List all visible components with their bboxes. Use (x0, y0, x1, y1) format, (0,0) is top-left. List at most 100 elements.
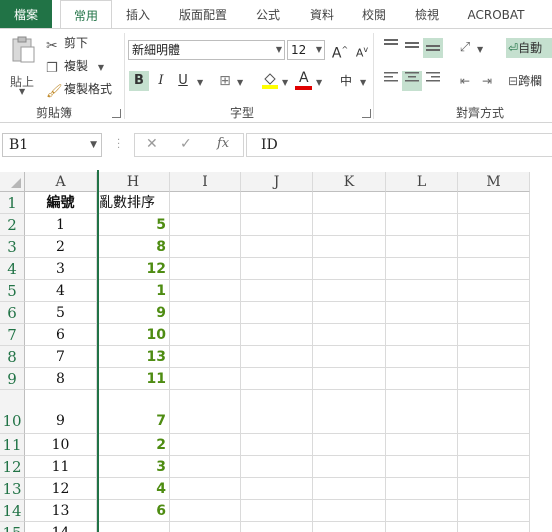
empty-cell[interactable] (386, 302, 458, 324)
row-header[interactable]: 5 (0, 280, 25, 302)
empty-cell[interactable] (313, 456, 386, 478)
table-cell-random-order[interactable] (97, 522, 170, 532)
table-cell-random-order[interactable]: 10 (97, 324, 170, 346)
tab-acrobat[interactable]: ACROBAT (460, 0, 532, 28)
empty-cell[interactable] (458, 390, 530, 434)
table-cell-id[interactable]: 11 (25, 456, 97, 478)
font-size-select[interactable]: 12 ▼ (287, 40, 325, 60)
empty-cell[interactable] (313, 368, 386, 390)
empty-cell[interactable] (386, 346, 458, 368)
empty-cell[interactable] (386, 456, 458, 478)
empty-cell[interactable] (313, 214, 386, 236)
empty-cell[interactable] (386, 434, 458, 456)
tab-review[interactable]: 校閱 (354, 0, 394, 28)
tab-formulas[interactable]: 公式 (248, 0, 288, 28)
copy-button[interactable]: ❐ 複製 ▼ (46, 56, 104, 76)
empty-cell[interactable] (170, 434, 241, 456)
fill-color-button[interactable] (260, 71, 280, 91)
align-left-button[interactable] (381, 71, 401, 91)
empty-cell[interactable] (170, 258, 241, 280)
italic-button[interactable]: I (151, 71, 171, 91)
tab-data[interactable]: 資料 (300, 0, 344, 28)
table-cell-id[interactable]: 5 (25, 302, 97, 324)
borders-button[interactable]: ⊞ (215, 71, 235, 91)
table-cell-id[interactable]: 9 (25, 390, 97, 434)
row-header[interactable]: 9 (0, 368, 25, 390)
row-header[interactable]: 3 (0, 236, 25, 258)
empty-cell[interactable] (386, 500, 458, 522)
empty-cell[interactable] (386, 280, 458, 302)
font-color-button[interactable]: A (294, 70, 314, 91)
empty-cell[interactable] (241, 456, 313, 478)
empty-cell[interactable] (170, 456, 241, 478)
merge-center-button[interactable]: ⊟跨欄 (506, 71, 552, 91)
empty-cell[interactable] (313, 280, 386, 302)
empty-cell[interactable] (313, 478, 386, 500)
row-header[interactable]: 1 (0, 192, 25, 214)
table-cell-random-order[interactable]: 12 (97, 258, 170, 280)
column-header-i[interactable]: I (170, 172, 241, 192)
empty-cell[interactable] (241, 390, 313, 434)
align-center-button[interactable] (402, 71, 422, 91)
table-cell-id[interactable]: 12 (25, 478, 97, 500)
bold-button[interactable]: B (129, 71, 149, 91)
empty-cell[interactable] (170, 346, 241, 368)
empty-cell[interactable] (241, 478, 313, 500)
empty-cell[interactable] (386, 324, 458, 346)
align-top-button[interactable] (381, 38, 401, 58)
empty-cell[interactable] (458, 192, 530, 214)
empty-cell[interactable] (170, 302, 241, 324)
empty-cell[interactable] (313, 434, 386, 456)
row-header[interactable]: 14 (0, 500, 25, 522)
header-cell-id[interactable]: 編號 (25, 192, 97, 214)
empty-cell[interactable] (313, 258, 386, 280)
empty-cell[interactable] (313, 500, 386, 522)
empty-cell[interactable] (386, 236, 458, 258)
table-cell-id[interactable]: 8 (25, 368, 97, 390)
table-cell-id[interactable]: 14 (25, 522, 97, 532)
column-header-k[interactable]: K (313, 172, 386, 192)
increase-indent-button[interactable]: ⇥ (477, 71, 497, 91)
row-header[interactable]: 8 (0, 346, 25, 368)
tab-home[interactable]: 常用 (60, 0, 112, 30)
row-header[interactable]: 6 (0, 302, 25, 324)
empty-cell[interactable] (170, 236, 241, 258)
row-header[interactable]: 11 (0, 434, 25, 456)
table-cell-id[interactable]: 6 (25, 324, 97, 346)
empty-cell[interactable] (170, 522, 241, 532)
cancel-icon[interactable]: ✕ (146, 136, 158, 152)
format-painter-button[interactable]: 🖌複製格式 (46, 79, 112, 99)
empty-cell[interactable] (458, 280, 530, 302)
empty-cell[interactable] (170, 280, 241, 302)
empty-cell[interactable] (386, 192, 458, 214)
tab-file[interactable]: 檔案 (0, 0, 52, 28)
wrap-text-button[interactable]: ⏎自動 (506, 38, 552, 58)
row-header[interactable]: 10 (0, 390, 25, 434)
empty-cell[interactable] (170, 478, 241, 500)
empty-cell[interactable] (386, 478, 458, 500)
table-cell-id[interactable]: 4 (25, 280, 97, 302)
empty-cell[interactable] (241, 280, 313, 302)
table-cell-random-order[interactable]: 8 (97, 236, 170, 258)
align-middle-button[interactable] (402, 38, 422, 58)
row-header[interactable]: 2 (0, 214, 25, 236)
empty-cell[interactable] (313, 390, 386, 434)
tab-page-layout[interactable]: 版面配置 (172, 0, 234, 28)
empty-cell[interactable] (241, 214, 313, 236)
align-right-button[interactable] (423, 71, 443, 91)
table-cell-random-order[interactable]: 6 (97, 500, 170, 522)
empty-cell[interactable] (313, 324, 386, 346)
enter-check-icon[interactable]: ✓ (180, 136, 192, 152)
table-cell-random-order[interactable]: 1 (97, 280, 170, 302)
table-cell-id[interactable]: 7 (25, 346, 97, 368)
empty-cell[interactable] (458, 478, 530, 500)
empty-cell[interactable] (170, 192, 241, 214)
empty-cell[interactable] (458, 500, 530, 522)
column-header-a[interactable]: A (25, 172, 97, 192)
empty-cell[interactable] (241, 346, 313, 368)
empty-cell[interactable] (170, 214, 241, 236)
table-cell-random-order[interactable]: 2 (97, 434, 170, 456)
align-bottom-button[interactable] (423, 38, 443, 58)
empty-cell[interactable] (313, 236, 386, 258)
empty-cell[interactable] (241, 500, 313, 522)
